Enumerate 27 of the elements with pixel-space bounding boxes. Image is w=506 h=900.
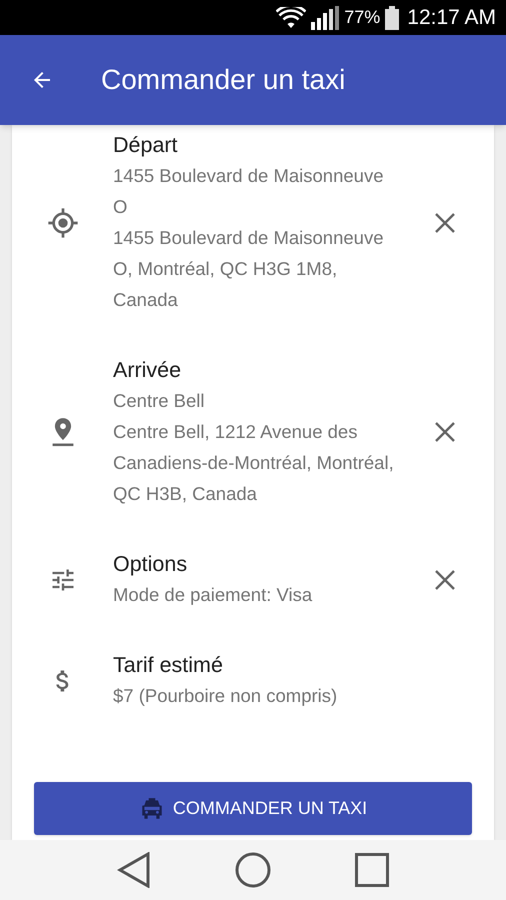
home-nav-button[interactable] bbox=[235, 852, 271, 888]
close-icon bbox=[434, 212, 456, 234]
row-detail: 1455 Boulevard de Maisonneuve O bbox=[113, 164, 384, 219]
battery-icon bbox=[385, 6, 400, 30]
circle-home-icon bbox=[235, 852, 271, 888]
crosshair-icon bbox=[46, 206, 78, 238]
order-taxi-button[interactable]: COMMANDER UN TAXI bbox=[34, 782, 472, 835]
row-detail: Centre Bell, 1212 Avenue des Canadiens-de-Montréal, Montréal, QC H3B, Canada bbox=[113, 420, 395, 506]
square-recents-icon bbox=[355, 853, 389, 887]
triangle-back-icon bbox=[117, 852, 151, 888]
screen-title: Commander un taxi bbox=[101, 63, 346, 97]
signal-icon bbox=[311, 6, 340, 30]
close-icon bbox=[434, 568, 456, 590]
recents-nav-button[interactable] bbox=[355, 853, 389, 887]
wifi-icon bbox=[276, 6, 306, 28]
battery-percent: 77% bbox=[344, 6, 380, 29]
row-detail: $7 (Pourboire non compris) bbox=[113, 684, 338, 708]
row-detail: Mode de paiement: Visa bbox=[113, 583, 314, 607]
row-title: Tarif estimé bbox=[113, 652, 224, 679]
row-detail: 1455 Boulevard de Maisonneuve O, Montréal, QC H3G 1M8, Canada bbox=[113, 226, 384, 312]
row-title: Arrivée bbox=[113, 357, 182, 384]
close-icon bbox=[434, 421, 456, 443]
row-detail: Centre Bell bbox=[113, 389, 206, 413]
back-nav-button[interactable] bbox=[117, 852, 151, 888]
row-title: Départ bbox=[113, 132, 179, 159]
clock: 12:17 AM bbox=[407, 4, 496, 31]
row-title: Options bbox=[113, 551, 188, 578]
